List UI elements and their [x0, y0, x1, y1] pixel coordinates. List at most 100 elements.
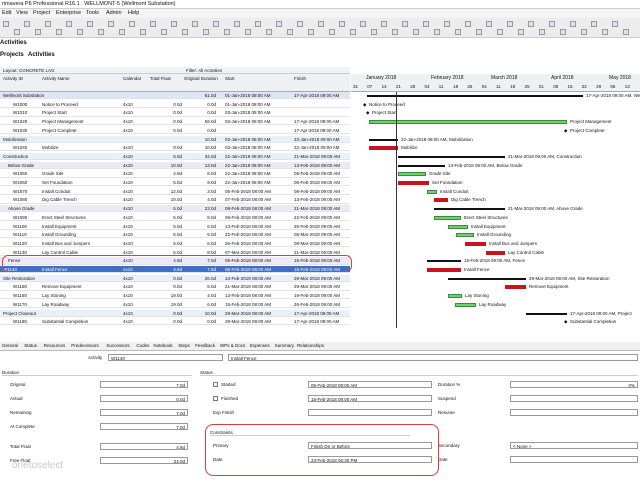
activity-bar[interactable]	[398, 155, 505, 158]
started-checkbox[interactable]	[213, 382, 218, 387]
toolbar-button[interactable]	[423, 21, 429, 27]
milestone-marker[interactable]: ◆	[564, 319, 567, 325]
toolbar-button[interactable]	[622, 29, 629, 35]
toolbar-button[interactable]	[381, 21, 387, 27]
activity-bar[interactable]	[448, 224, 468, 229]
toolbar-button[interactable]	[486, 21, 492, 27]
activity-bar[interactable]	[434, 208, 505, 211]
table-row[interactable]: W1170 Lay Roadway 4x10 19.0d 6.0d 15-Feb-2018…	[0, 301, 350, 309]
col-calendar[interactable]: Calendar	[123, 76, 141, 81]
free-float-field[interactable]: 24.0d	[100, 457, 188, 464]
toolbar-button[interactable]	[402, 21, 408, 27]
toolbar-button[interactable]	[528, 21, 534, 27]
table-row[interactable]: Site Restoration 4x10 0.0d 26.0d 13-Feb-2018…	[0, 274, 350, 282]
activity-bar[interactable]	[456, 233, 474, 238]
toolbar-button[interactable]	[328, 29, 335, 35]
table-row[interactable]: W1150 Remove Equipment 4x10 0.0d 5.0d 21-Mar-…	[0, 283, 350, 291]
col-start[interactable]: Start	[225, 76, 235, 81]
suspend-field[interactable]	[510, 395, 638, 402]
table-row[interactable]: W1020 Project Management 4x10 0.0d 59.0d 03-J…	[0, 118, 350, 126]
menu-tools[interactable]: Tools	[86, 10, 99, 16]
table-row[interactable]: W1010 Project Start 4x10 0.0d 0.0d 03-Jan-201…	[0, 109, 350, 117]
activity-bar[interactable]	[427, 260, 461, 263]
toolbar-button[interactable]	[612, 21, 618, 27]
tab-projects[interactable]: Projects	[0, 52, 24, 58]
started-date-field[interactable]: 05-Feb-2018 08:00 AM	[308, 381, 432, 388]
activity-bar[interactable]	[369, 138, 398, 141]
toolbar-button[interactable]	[391, 29, 398, 35]
remaining-duration-field[interactable]: 7.0d	[100, 409, 188, 416]
toolbar-button[interactable]	[517, 29, 524, 35]
toolbar-button[interactable]	[307, 29, 314, 35]
activity-bar[interactable]	[486, 250, 505, 255]
toolbar-button[interactable]	[129, 21, 135, 27]
menu-enterprise[interactable]: Enterprise	[56, 10, 81, 16]
activity-bar[interactable]	[526, 312, 567, 315]
detail-tab[interactable]: WPs & Docs	[220, 343, 245, 348]
detail-tab[interactable]: Successors	[106, 343, 129, 348]
toolbar-button[interactable]	[339, 21, 345, 27]
toolbar-button[interactable]	[3, 21, 9, 27]
milestone-marker[interactable]: ◆	[363, 102, 366, 108]
toolbar-button[interactable]	[45, 21, 51, 27]
toolbar-button[interactable]	[475, 29, 482, 35]
toolbar-button[interactable]	[360, 21, 366, 27]
filter-label[interactable]: Filter: All Activities	[186, 68, 222, 73]
table-row[interactable]: W1060 Set Foundation 4x10 5.0d 9.0d 22-Jan-20…	[0, 179, 350, 187]
toolbar-button[interactable]	[591, 21, 597, 27]
toolbar-button[interactable]	[150, 21, 156, 27]
total-float-field[interactable]: 4.9d	[100, 443, 188, 450]
activity-bar[interactable]	[448, 294, 462, 299]
milestone-marker[interactable]: ◆	[366, 110, 369, 116]
detail-tab[interactable]: General	[2, 343, 18, 348]
detail-tab[interactable]: Steps	[178, 343, 190, 348]
detail-tab[interactable]: Expenses	[250, 343, 270, 348]
menu-help[interactable]: Help	[128, 10, 139, 16]
activity-bar[interactable]	[427, 189, 437, 194]
detail-tab[interactable]: Predecessors	[71, 343, 99, 348]
toolbar-button[interactable]	[87, 21, 93, 27]
at-complete-field[interactable]: 7.0d	[100, 423, 188, 430]
resume-field[interactable]	[510, 409, 638, 416]
detail-tab[interactable]: Relationships	[297, 343, 324, 348]
toolbar-button[interactable]	[192, 21, 198, 27]
table-row[interactable]: W1160 Lay Stoning 4x10 19.0d 4.0d 13-Feb-2018…	[0, 292, 350, 300]
table-row[interactable]: W1040 Mobilize 4x10 0.0d 10.0d 03-Jan-2018 08…	[0, 144, 350, 152]
detail-tab[interactable]: Codes	[136, 343, 149, 348]
toolbar-button[interactable]	[139, 29, 146, 35]
activity-bar[interactable]	[398, 181, 429, 185]
table-row[interactable]: Project Closeout 4x10 0.0d 10.0d 29-Mar-2018…	[0, 309, 350, 317]
exp-finish-field[interactable]	[308, 409, 432, 416]
activity-name-field[interactable]: Install Fence	[228, 354, 638, 361]
menu-project[interactable]: Project	[33, 10, 50, 16]
toolbar-button[interactable]	[318, 21, 324, 27]
col-total-float[interactable]: Total Float	[150, 76, 171, 81]
toolbar-button[interactable]	[108, 21, 114, 27]
toolbar-button[interactable]	[370, 29, 377, 35]
detail-tab[interactable]: Feedback	[195, 343, 215, 348]
finished-date-field[interactable]: 15-Feb-2018 09:00 AM	[308, 395, 432, 402]
toolbar-button[interactable]	[244, 29, 251, 35]
table-row[interactable]: Construction 4x10 5.0d 34.0d 22-Jan-2018 08:…	[0, 152, 350, 161]
toolbar-button[interactable]	[13, 29, 20, 35]
toolbar-button[interactable]	[181, 29, 188, 35]
toolbar-button[interactable]	[286, 29, 293, 35]
table-row[interactable]: W1070 Install Conduit 4x10 12.0d 3.0d 05-Feb-…	[0, 188, 350, 195]
detail-tab[interactable]: Summary	[275, 343, 294, 348]
toolbar-button[interactable]	[255, 21, 261, 27]
activity-id-field[interactable]: W1140	[108, 354, 223, 361]
detail-tab[interactable]: Notebook	[153, 343, 172, 348]
actual-duration-field[interactable]: 0.0d	[100, 395, 188, 402]
table-row[interactable]: Mobilization 10.0d 03-Jan-2018 08:00 AM 22-…	[0, 135, 350, 143]
table-row[interactable]: W1100 Install Equipment 4x10 5.0d 6.0d 13-Feb…	[0, 223, 350, 230]
toolbar-button[interactable]	[496, 29, 503, 35]
toolbar-button[interactable]	[549, 21, 555, 27]
detail-tab[interactable]: Resources	[44, 343, 66, 348]
menu-view[interactable]: View	[16, 10, 28, 16]
toolbar-button[interactable]	[223, 29, 230, 35]
toolbar-button[interactable]	[349, 29, 356, 35]
duration-pct-field[interactable]: 0%	[510, 381, 638, 388]
secondary-date-field[interactable]	[510, 456, 638, 463]
table-row[interactable]: W1080 Dig Cable Trench 4x10 10.0d 4.0d 07-Feb…	[0, 196, 350, 204]
toolbar-button[interactable]	[570, 21, 576, 27]
